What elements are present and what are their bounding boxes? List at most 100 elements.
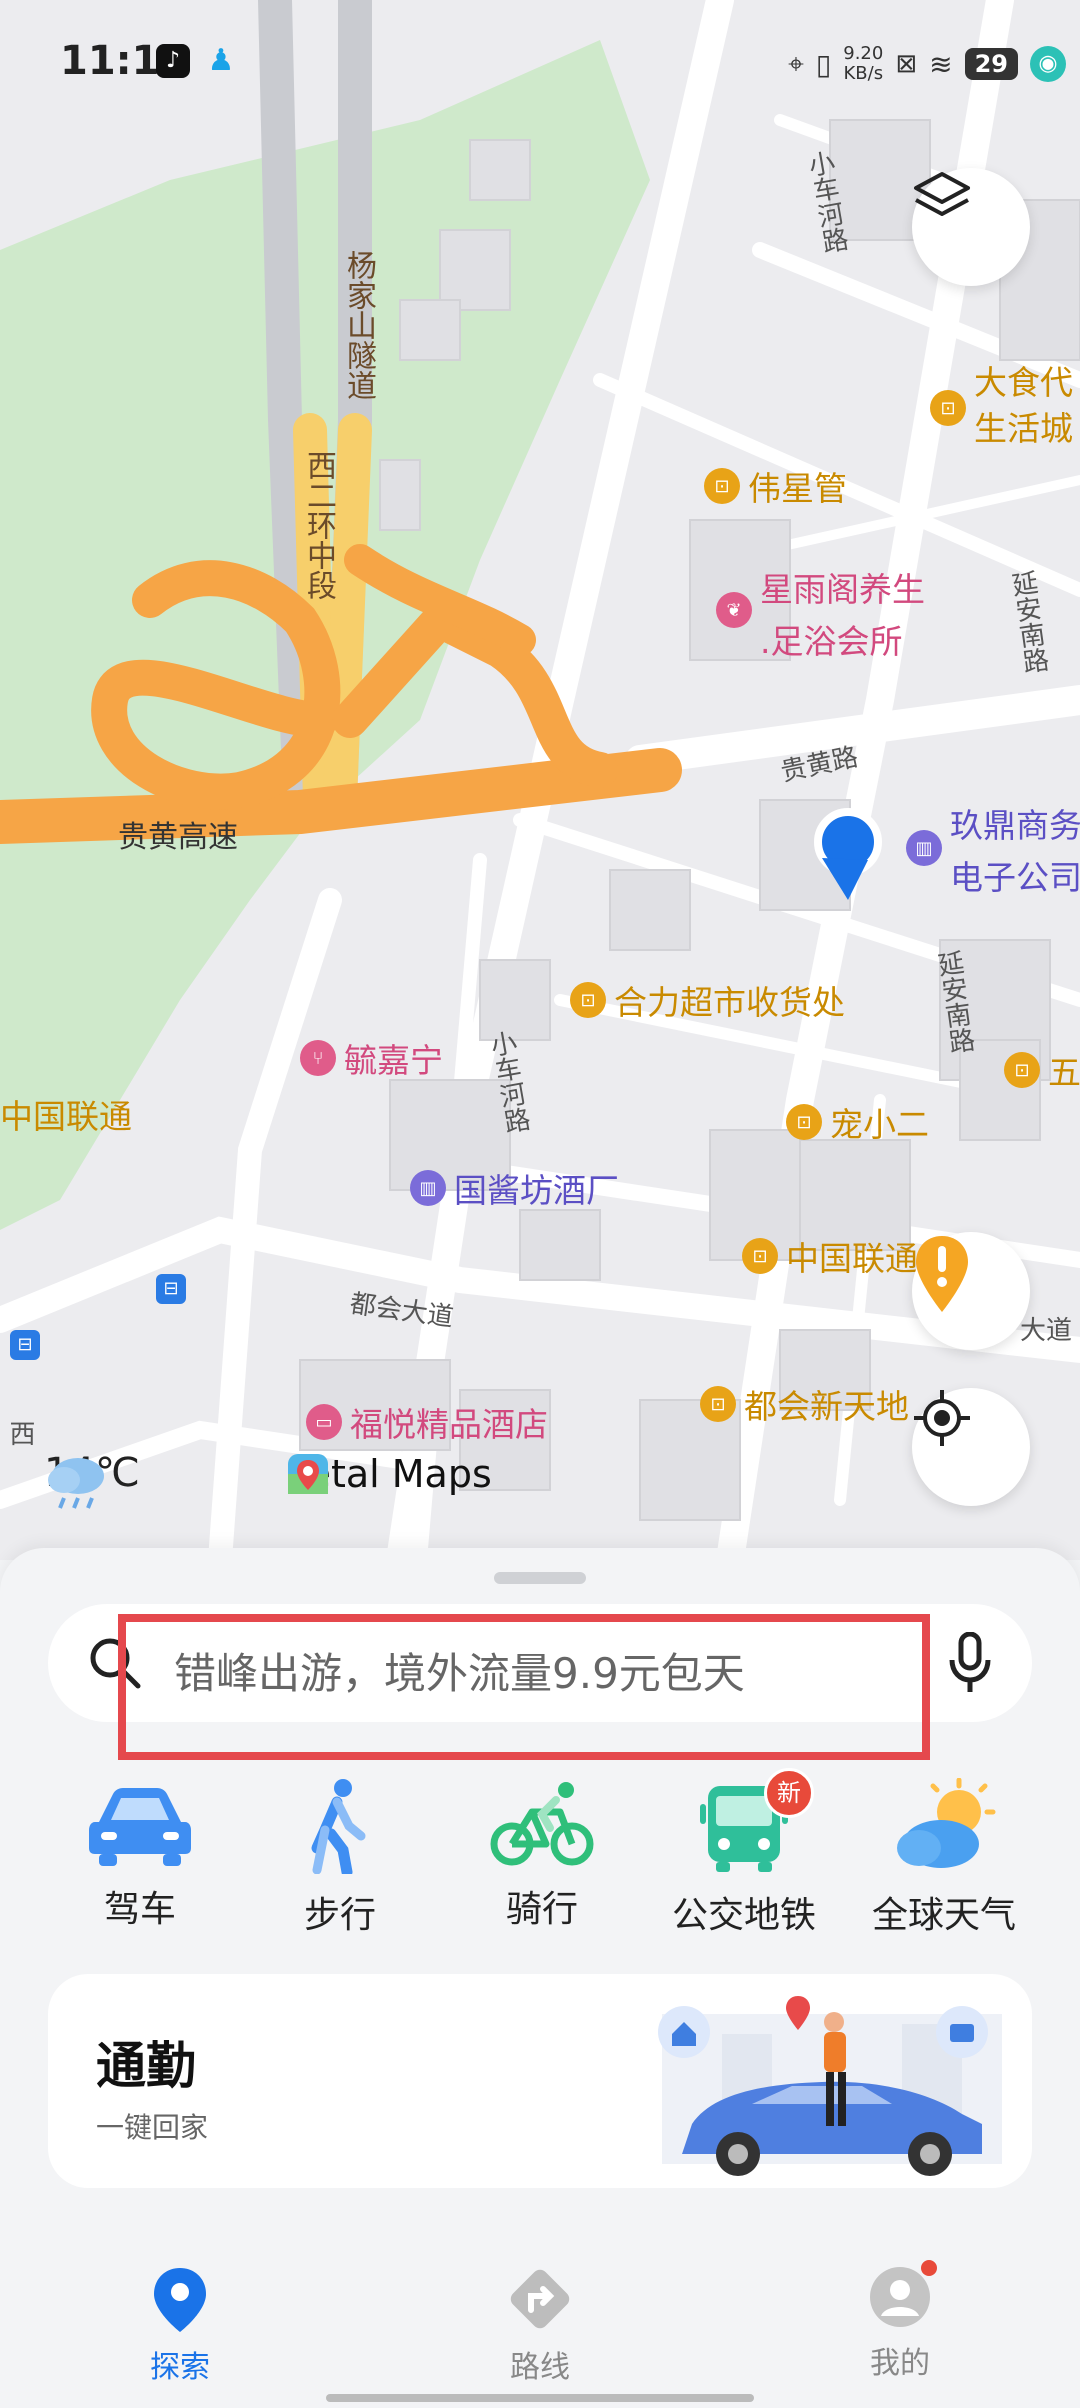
shop-icon: ⊡ [570, 982, 606, 1018]
poi-wu[interactable]: ⊡ 五 [1004, 1046, 1080, 1094]
poi-label: 伟星管 [748, 469, 847, 508]
weather-widget[interactable]: 14℃ [44, 1450, 140, 1509]
poi-china-unicom-left[interactable]: 中国联通 [0, 1090, 132, 1138]
map-pin-icon [154, 2268, 206, 2332]
poi-label: 福悦精品酒店 [350, 1405, 548, 1444]
tab-route[interactable]: 路线 [450, 2264, 630, 2386]
cloud-rain-icon [48, 1458, 104, 1509]
poi-duhui-xintiandi[interactable]: ⊡ 都会新天地 [700, 1380, 909, 1428]
bike-icon [490, 1782, 594, 1866]
tab-label: 我的 [870, 2346, 930, 2381]
new-badge: 新 [764, 1768, 814, 1818]
tab-explore[interactable]: 探索 [90, 2264, 270, 2386]
status-bar: 11:11 ♪ ♟ ⌖ ▯ 9.20 KB/s ⊠ ≋ 29 ◉ [0, 0, 1080, 130]
poi-label: 生活城 [974, 409, 1073, 448]
poi-label: 大食代 [974, 363, 1073, 402]
tunnel-label: 杨家山隧道 [341, 250, 376, 400]
shop-icon: ⊡ [1004, 1052, 1040, 1088]
camera-icon: ◉ [1030, 46, 1066, 82]
petal-maps-logo-icon [288, 1454, 328, 1494]
vibrate-icon: ▯ [815, 47, 832, 81]
weather-icon [897, 1777, 996, 1868]
shop-icon: ⊡ [700, 1386, 736, 1422]
report-button[interactable] [912, 1232, 1030, 1350]
highlight-box [118, 1614, 930, 1760]
poi-xingyuge[interactable]: ❦ 星雨阁养生 .足浴会所 [716, 564, 925, 668]
mode-walk[interactable]: 步行 [240, 1778, 440, 1938]
sim-off-icon: ⊠ [895, 49, 918, 79]
bus-stop-icon[interactable]: ⊟ [156, 1274, 186, 1304]
notification-dot [921, 2260, 937, 2276]
commute-card[interactable]: 通勤 一键回家 [48, 1974, 1032, 2188]
poi-heli-supermarket[interactable]: ⊡ 合力超市收货处 [570, 976, 845, 1024]
building-icon: ▥ [906, 830, 942, 866]
home-indicator [326, 2394, 754, 2402]
locate-icon [914, 1390, 970, 1446]
building-icon: ▥ [410, 1170, 446, 1206]
sheet-drag-handle[interactable] [494, 1572, 586, 1584]
mode-label: 驾车 [103, 1889, 176, 1930]
net-speed-value: 9.20 [843, 43, 884, 64]
tab-label: 探索 [150, 2350, 210, 2385]
battery-indicator: 29 [964, 48, 1018, 80]
spa-icon: ❦ [716, 592, 752, 628]
car-icon [89, 1788, 191, 1866]
poi-label: 国酱坊酒厂 [454, 1171, 619, 1210]
poi-label: 合力超市收货处 [614, 983, 845, 1022]
highway-label: 贵黄高速 [118, 820, 238, 855]
route-icon [510, 2269, 570, 2329]
poi-label: 中国联通 [0, 1097, 132, 1136]
tab-me[interactable]: 我的 [810, 2260, 990, 2382]
status-right: ⌖ ▯ 9.20 KB/s ⊠ ≋ 29 ◉ [788, 44, 1066, 84]
poi-label: 星雨阁养生 [760, 570, 925, 609]
walk-icon [311, 1779, 366, 1878]
map-view[interactable]: 杨家山隧道 西二环中段 贵黄高速 贵黄路 小车河路 小车河路 延安南路 延安南路… [0, 0, 1080, 1560]
mode-label: 公交地铁 [671, 1895, 816, 1936]
poi-label: 都会新天地 [744, 1387, 909, 1426]
duhui-avenue-right-label: 大道 [1020, 1316, 1073, 1346]
qq-icon: ♟ [207, 43, 235, 78]
poi-yujianing[interactable]: ⑂ 毓嘉宁 [300, 1034, 443, 1082]
net-speed-unit: KB/s [843, 63, 884, 84]
poi-fuyue-hotel[interactable]: ▭ 福悦精品酒店 [306, 1398, 548, 1446]
commute-illustration [658, 1996, 1002, 2176]
commute-title: 通勤 [96, 2037, 196, 2095]
mode-drive[interactable]: 驾车 [40, 1778, 240, 1932]
location-icon: ⌖ [788, 47, 804, 80]
locate-me-button[interactable] [912, 1388, 1030, 1506]
network-speed: 9.20 KB/s [843, 44, 883, 84]
shop-icon: ⊡ [704, 468, 740, 504]
mode-bike[interactable]: 骑行 [442, 1778, 642, 1932]
poi-label: 玖鼎商务 [950, 806, 1080, 845]
layers-icon [914, 172, 970, 216]
mode-label: 步行 [303, 1895, 376, 1936]
commute-subtitle: 一键回家 [96, 2111, 209, 2144]
mode-weather[interactable]: 全球天气 [844, 1777, 1044, 1938]
microphone-icon[interactable] [948, 1632, 992, 1694]
mode-transit[interactable]: 新 公交地铁 [644, 1768, 844, 1938]
layers-button[interactable] [912, 168, 1030, 286]
poi-label: 宠小二 [830, 1105, 929, 1144]
poi-label: 毓嘉宁 [344, 1041, 443, 1080]
brand-logo: Petal Maps [286, 1452, 492, 1496]
wifi-icon: ≋ [929, 47, 953, 81]
poi-jiuding[interactable]: ▥ 玖鼎商务 电子公司 [906, 800, 1080, 904]
alert-pin-icon [916, 1236, 968, 1312]
ring-road-label: 西二环中段 [301, 450, 336, 600]
shop-icon: ⊡ [786, 1104, 822, 1140]
poi-chongxiaoer[interactable]: ⊡ 宠小二 [786, 1098, 929, 1146]
poi-guojiangfang[interactable]: ▥ 国酱坊酒厂 [410, 1164, 619, 1212]
shop-icon: ⊡ [930, 390, 966, 426]
poi-label: .足浴会所 [760, 622, 903, 661]
mode-label: 骑行 [505, 1889, 578, 1930]
poi-label: 电子公司 [950, 858, 1080, 897]
tiktok-icon: ♪ [156, 44, 190, 78]
mode-label: 全球天气 [871, 1895, 1016, 1936]
poi-label: 中国联通 [786, 1239, 918, 1278]
restaurant-icon: ⑂ [300, 1040, 336, 1076]
poi-china-unicom[interactable]: ⊡ 中国联通 [742, 1232, 918, 1280]
bus-stop-icon[interactable]: ⊟ [10, 1330, 40, 1360]
bottom-nav: 探索 路线 我的 [0, 2224, 1080, 2408]
poi-dashidai[interactable]: ⊡ 大食代 生活城 [930, 360, 1073, 452]
poi-weixingguan[interactable]: ⊡ 伟星管 [704, 462, 847, 510]
